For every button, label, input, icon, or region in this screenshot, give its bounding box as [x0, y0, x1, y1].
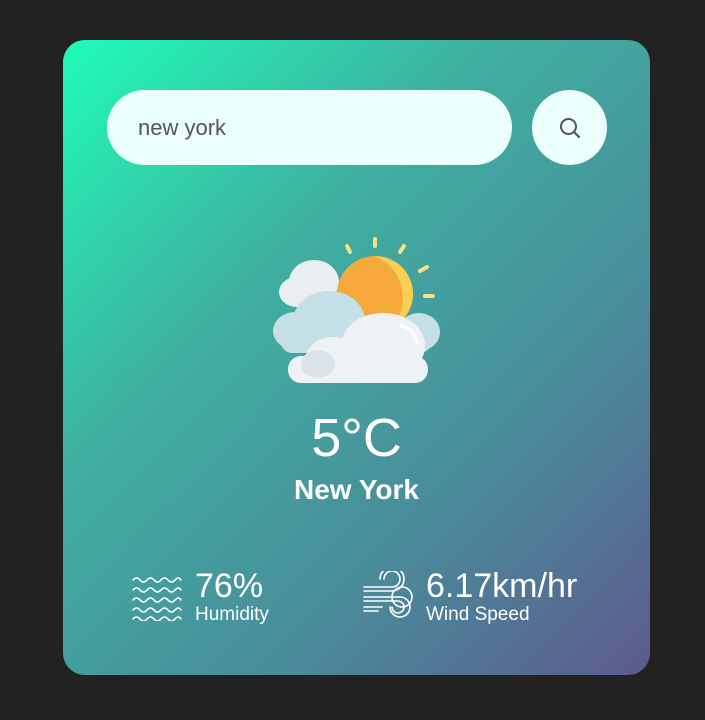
humidity-label: Humidity: [195, 604, 269, 625]
search-icon: [559, 117, 580, 138]
city-search-input[interactable]: [107, 90, 512, 165]
wind-detail: 6.17km/hr Wind Speed: [362, 562, 577, 632]
humidity-value: 76%: [195, 567, 264, 605]
temperature: 5°C: [311, 408, 402, 468]
weather-details: 76% Humidity 6.17km/hr Wind Speed: [131, 562, 611, 632]
wind-value: 6.17km/hr: [426, 567, 578, 605]
wind-texts: 6.17km/hr Wind Speed: [426, 568, 577, 626]
weather-card: 5°C New York 76% Humidity: [63, 40, 650, 675]
partly-cloudy-sun-icon: [273, 237, 440, 383]
wind-icon: [363, 571, 413, 618]
humidity-detail: 76% Humidity: [131, 562, 269, 632]
humidity-texts: 76% Humidity: [195, 568, 269, 626]
city-name: New York: [293, 474, 419, 505]
search-bar: [107, 90, 607, 165]
humidity-waves-icon: [132, 577, 182, 621]
wind-label: Wind Speed: [426, 604, 530, 625]
search-button[interactable]: [532, 90, 607, 165]
